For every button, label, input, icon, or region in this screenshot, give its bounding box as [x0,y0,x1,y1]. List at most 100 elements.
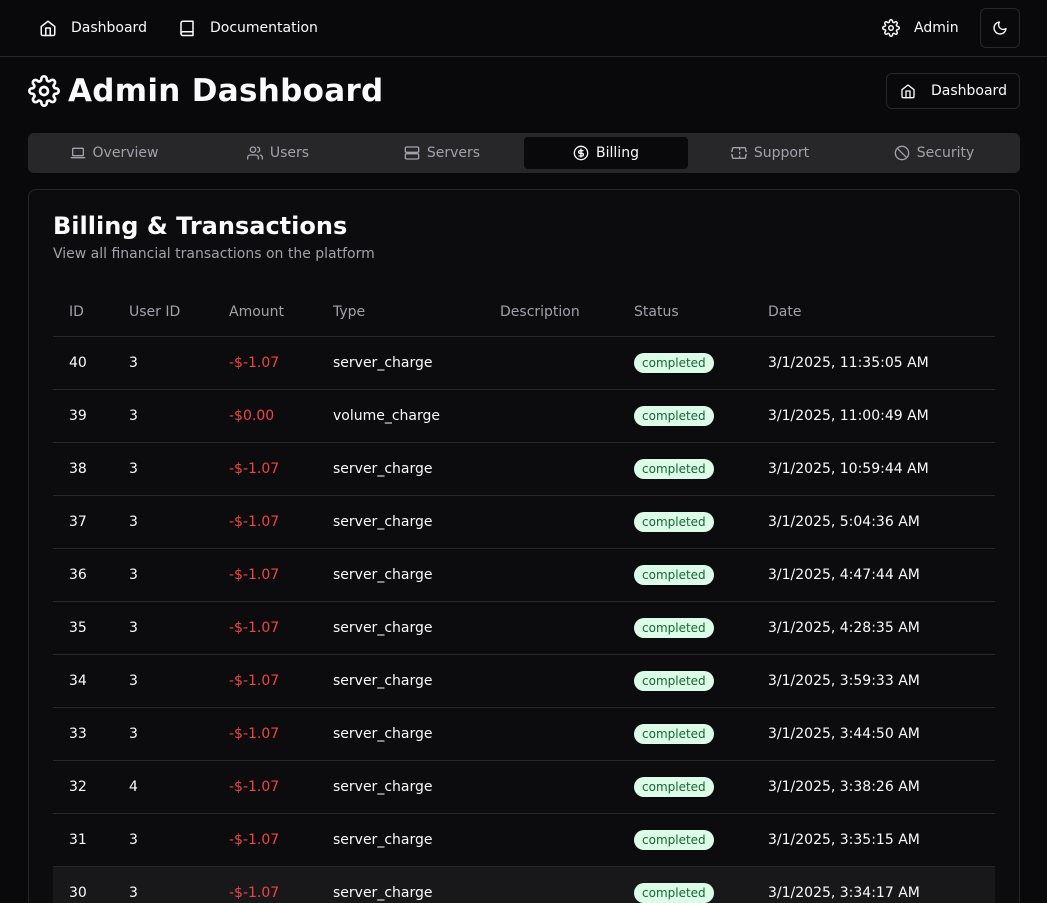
book-icon [180,20,194,37]
tab-overview[interactable]: Overview [32,137,196,169]
cell-amount: -$-1.07 [213,442,317,496]
tab-servers[interactable]: Servers [360,137,524,169]
cell-user-id: 3 [113,707,213,761]
table-row[interactable]: 35 3 -$-1.07 server_charge completed 3/1/2025… [53,601,995,655]
cell-description [484,336,618,390]
cell-amount: -$-1.07 [213,654,317,708]
tab-support-label: Support [753,145,810,161]
top-nav: Dashboard Documentation Admin [0,0,1047,57]
cell-type: server_charge [317,548,484,602]
tab-users[interactable]: Users [196,137,360,169]
cell-status: completed [618,548,752,602]
nav-admin-link[interactable]: Admin [882,14,959,42]
cell-id: 33 [53,707,113,761]
card-title: Billing & Transactions [53,212,348,240]
cell-amount: -$-1.07 [213,760,317,814]
cell-type: server_charge [317,336,484,390]
cell-date: 3/1/2025, 3:38:26 AM [752,760,995,814]
cell-status: completed [618,442,752,496]
dollar-circle-icon [573,145,589,161]
admin-tabs: Overview Users Servers Billing Support S… [28,133,1020,173]
ticket-icon [730,147,747,159]
table-row[interactable]: 36 3 -$-1.07 server_charge completed 3/1/2025… [53,548,995,602]
cell-type: server_charge [317,866,484,903]
status-badge: completed [634,670,714,691]
laptop-icon [70,147,85,159]
ban-icon [894,145,910,161]
cell-id: 38 [53,442,113,496]
theme-toggle-button[interactable] [980,8,1020,48]
cell-date: 3/1/2025, 10:59:44 AM [752,442,995,496]
cell-user-id: 3 [113,813,213,867]
cell-status: completed [618,707,752,761]
cell-id: 32 [53,760,113,814]
status-badge: completed [634,829,714,850]
gear-icon [28,75,60,107]
cell-user-id: 3 [113,548,213,602]
cell-id: 36 [53,548,113,602]
dashboard-button[interactable]: Dashboard [886,73,1020,109]
cell-status: completed [618,866,752,903]
table-row[interactable]: 37 3 -$-1.07 server_charge completed 3/1/2025… [53,495,995,549]
table-row[interactable]: 34 3 -$-1.07 server_charge completed 3/1/2025… [53,654,995,708]
status-badge: completed [634,352,714,373]
nav-dashboard-label: Dashboard [71,20,147,36]
cell-description [484,442,618,496]
status-badge: completed [634,405,714,426]
cell-type: server_charge [317,601,484,655]
cell-amount: -$-1.07 [213,336,317,390]
cell-amount: -$-1.07 [213,601,317,655]
tab-overview-label: Overview [92,145,159,161]
cell-description [484,866,618,903]
cell-user-id: 3 [113,866,213,903]
nav-dashboard-link[interactable]: Dashboard [39,14,147,42]
table-row[interactable]: 31 3 -$-1.07 server_charge completed 3/1/2025… [53,813,995,867]
transactions-table: ID User ID Amount Type Description Statu… [53,288,995,903]
table-row[interactable]: 30 3 -$-1.07 server_charge completed 3/1/2025… [53,866,995,903]
tab-support[interactable]: Support [688,137,852,169]
table-row[interactable]: 39 3 -$0.00 volume_charge completed 3/1/2025,… [53,389,995,443]
dashboard-button-label: Dashboard [931,83,1007,99]
cell-type: server_charge [317,442,484,496]
card-description: View all financial transactions on the p… [53,246,375,262]
tab-security[interactable]: Security [852,137,1016,169]
table-header-row: ID User ID Amount Type Description Statu… [53,288,995,337]
table-row[interactable]: 38 3 -$-1.07 server_charge completed 3/1/2025… [53,442,995,496]
table-row[interactable]: 40 3 -$-1.07 server_charge completed 3/1/2025… [53,336,995,390]
cell-description [484,707,618,761]
cell-user-id: 3 [113,495,213,549]
cell-date: 3/1/2025, 4:47:44 AM [752,548,995,602]
col-type: Type [317,288,484,337]
cell-date: 3/1/2025, 3:35:15 AM [752,813,995,867]
cell-description [484,601,618,655]
table-row[interactable]: 33 3 -$-1.07 server_charge completed 3/1/2025… [53,707,995,761]
cell-date: 3/1/2025, 5:04:36 AM [752,495,995,549]
cell-id: 34 [53,654,113,708]
nav-documentation-link[interactable]: Documentation [178,14,318,42]
cell-amount: -$0.00 [213,389,317,443]
table-row[interactable]: 32 4 -$-1.07 server_charge completed 3/1/2025… [53,760,995,814]
cell-description [484,654,618,708]
cell-type: server_charge [317,707,484,761]
cell-type: volume_charge [317,389,484,443]
cell-user-id: 4 [113,760,213,814]
cell-user-id: 3 [113,336,213,390]
cell-status: completed [618,813,752,867]
cell-id: 39 [53,389,113,443]
cell-date: 3/1/2025, 3:44:50 AM [752,707,995,761]
tab-servers-label: Servers [426,145,481,161]
status-badge: completed [634,882,714,903]
tab-billing[interactable]: Billing [524,137,688,169]
cell-type: server_charge [317,760,484,814]
users-icon [246,146,263,160]
home-icon [40,20,56,37]
status-badge: completed [634,511,714,532]
col-description: Description [484,288,618,337]
col-date: Date [752,288,995,337]
cell-amount: -$-1.07 [213,548,317,602]
cell-amount: -$-1.07 [213,813,317,867]
cell-date: 3/1/2025, 11:35:05 AM [752,336,995,390]
cell-status: completed [618,760,752,814]
cell-id: 37 [53,495,113,549]
cell-status: completed [618,495,752,549]
